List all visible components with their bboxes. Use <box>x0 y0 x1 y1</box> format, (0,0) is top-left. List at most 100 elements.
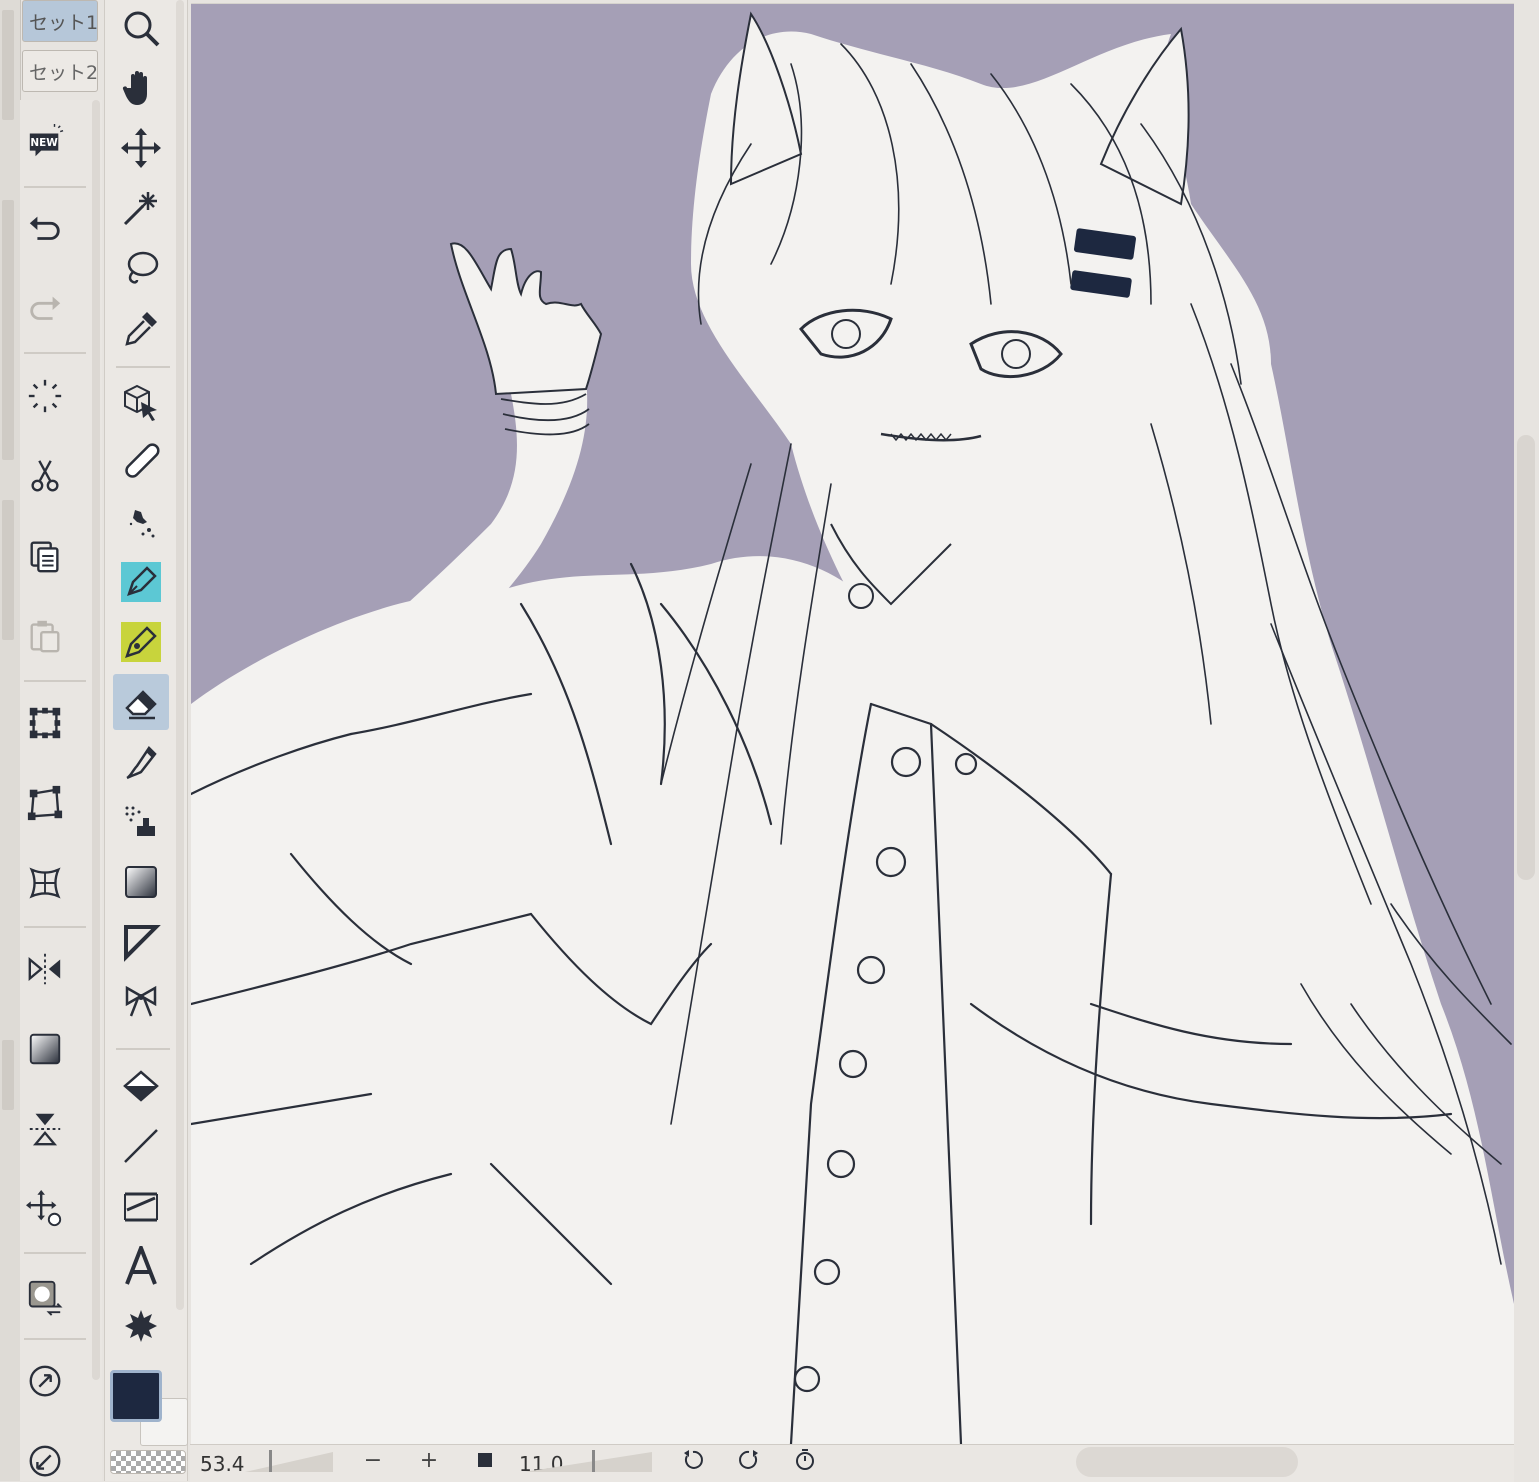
strip-segment <box>2 200 14 460</box>
svg-text:NEW: NEW <box>30 137 58 149</box>
eyedropper-icon <box>125 312 157 346</box>
free-transform-button[interactable] <box>24 782 66 824</box>
auto-select-icon <box>123 192 157 226</box>
airbrush-splatter-icon <box>129 510 155 538</box>
tool-decoration[interactable] <box>113 974 169 1030</box>
tool-move[interactable] <box>113 120 169 176</box>
cut-button[interactable] <box>24 455 66 497</box>
strip-segment <box>2 10 14 120</box>
left-panel-strip <box>0 0 21 1481</box>
vertical-scroll-thumb[interactable] <box>1517 435 1535 880</box>
square-icon <box>478 1453 492 1467</box>
foreground-color-swatch[interactable] <box>110 1370 162 1422</box>
zoom-icon <box>124 11 160 47</box>
pencil-icon <box>121 622 161 662</box>
cut-icon <box>31 460 59 492</box>
drawing-canvas[interactable] <box>191 3 1514 1444</box>
flip-vertical-button[interactable] <box>24 1108 66 1150</box>
command-separator <box>24 352 86 354</box>
tool-separator <box>116 1048 170 1050</box>
fit-window-button[interactable] <box>472 1447 498 1473</box>
brush-icon <box>126 746 157 780</box>
tab-set-1[interactable]: セット1 <box>22 0 98 42</box>
tool-frame[interactable] <box>113 1178 169 1234</box>
command-separator <box>24 680 86 682</box>
status-bar <box>190 1444 1514 1482</box>
tool-hand[interactable] <box>113 60 169 116</box>
free-transform-icon <box>27 785 63 821</box>
tool-text[interactable] <box>113 1238 169 1294</box>
zoom-value[interactable]: 53.4 <box>200 1452 245 1476</box>
rotate-left-button[interactable] <box>680 1447 706 1473</box>
redo-button[interactable] <box>24 288 66 330</box>
zoom-out-button[interactable]: − <box>360 1447 386 1473</box>
tool-ruler[interactable] <box>113 434 169 490</box>
copy-icon <box>30 541 59 573</box>
paste-icon <box>30 620 60 653</box>
tool-brush[interactable] <box>113 734 169 790</box>
horizontal-scroll-thumb[interactable] <box>1076 1447 1298 1477</box>
strip-segment <box>2 1040 14 1110</box>
rotate-right-button[interactable] <box>736 1447 762 1473</box>
tool-palette-scrollbar[interactable] <box>176 0 184 1310</box>
command-bar-scrollbar[interactable] <box>92 100 100 1380</box>
transform-button[interactable] <box>24 702 66 744</box>
move-icon <box>121 128 161 168</box>
rotate-button[interactable] <box>24 1360 66 1402</box>
tool-zoom[interactable] <box>113 0 169 56</box>
rotate-left-icon <box>684 1450 703 1469</box>
tool-pencil[interactable] <box>113 614 169 670</box>
new-button[interactable]: NEW <box>24 122 66 164</box>
tool-pen[interactable] <box>113 554 169 610</box>
convert-layer-icon <box>28 1280 63 1316</box>
zoom-in-button[interactable]: + <box>416 1447 442 1473</box>
tool-eraser[interactable] <box>113 674 169 730</box>
tool-line[interactable] <box>113 1118 169 1174</box>
tool-splatter[interactable] <box>113 494 169 550</box>
transform-icon <box>29 707 61 739</box>
tool-lasso[interactable] <box>113 240 169 296</box>
reset-rotate-button[interactable] <box>24 1440 66 1482</box>
new-icon: NEW <box>29 124 64 157</box>
flip-horizontal-icon <box>28 953 61 985</box>
rotation-slider[interactable] <box>524 1450 654 1472</box>
convert-layer-button[interactable] <box>24 1276 66 1318</box>
figure-icon <box>124 925 161 962</box>
move-layer-button[interactable] <box>24 1188 66 1230</box>
frame-icon <box>124 1192 158 1222</box>
busy-indicator <box>24 375 66 417</box>
undo-icon <box>29 216 60 240</box>
mesh-transform-button[interactable] <box>24 862 66 904</box>
tool-figure[interactable] <box>113 914 169 970</box>
flip-horizontal-button[interactable] <box>24 948 66 990</box>
reset-rotate-icon <box>29 1445 61 1477</box>
tool-eyedropper[interactable] <box>113 300 169 356</box>
tab-set-2[interactable]: セット2 <box>22 50 98 92</box>
tool-separator <box>116 366 170 368</box>
tool-fill[interactable] <box>113 1058 169 1114</box>
object-select-icon <box>124 384 157 421</box>
rotate-icon <box>29 1365 61 1397</box>
copy-button[interactable] <box>24 535 66 577</box>
tool-object-select[interactable] <box>113 374 169 430</box>
paste-button[interactable] <box>24 615 66 657</box>
reset-rotation-icon <box>796 1449 814 1470</box>
eraser-icon <box>125 690 157 720</box>
airbrush-icon <box>125 806 155 836</box>
redo-icon <box>30 296 61 320</box>
undo-button[interactable] <box>24 208 66 250</box>
transparent-color-swatch[interactable] <box>110 1450 186 1474</box>
tool-blend[interactable] <box>113 854 169 910</box>
zoom-slider[interactable] <box>245 1450 335 1472</box>
mesh-transform-icon <box>29 867 61 899</box>
tool-auto-select[interactable] <box>113 180 169 236</box>
line-icon <box>124 1129 158 1163</box>
move-layer-icon <box>26 1190 62 1227</box>
command-separator <box>24 1338 86 1340</box>
tool-balloon[interactable] <box>113 1298 169 1354</box>
reset-rotation-button[interactable] <box>792 1447 818 1473</box>
gradient-map-button[interactable] <box>24 1028 66 1070</box>
sketch-artwork <box>191 11 1514 1444</box>
fill-icon <box>123 1070 159 1102</box>
tool-airbrush[interactable] <box>113 794 169 850</box>
